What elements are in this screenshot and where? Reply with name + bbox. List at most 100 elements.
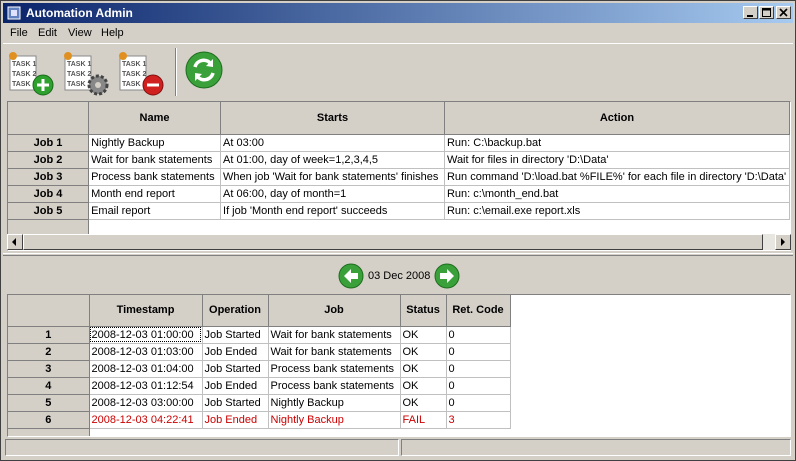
log-ret-code-cell[interactable]: 0 — [446, 360, 511, 378]
log-operation-cell[interactable]: Job Ended — [202, 343, 269, 361]
row-header[interactable]: 1 — [8, 326, 90, 344]
refresh-button[interactable] — [184, 50, 224, 90]
menu-file[interactable]: File — [10, 27, 28, 39]
table-row[interactable]: 5 2008-12-03 03:00:00 Job Started Nightl… — [8, 394, 511, 412]
row-header[interactable]: 6 — [8, 411, 90, 429]
table-row-failed[interactable]: 6 2008-12-03 04:22:41 Job Ended Nightly … — [8, 411, 511, 429]
log-timestamp-cell[interactable]: 2008-12-03 04:22:41 — [89, 411, 203, 429]
log-status-cell[interactable]: OK — [400, 360, 447, 378]
table-row[interactable]: 2 2008-12-03 01:03:00 Job Ended Wait for… — [8, 343, 511, 361]
table-row[interactable]: Job 2 Wait for bank statements At 01:00,… — [8, 151, 790, 169]
log-operation-cell[interactable]: Job Started — [202, 394, 269, 412]
log-job-cell[interactable]: Process bank statements — [268, 377, 401, 395]
menu-help[interactable]: Help — [101, 27, 124, 39]
scroll-left-button[interactable] — [7, 234, 23, 250]
job-starts-cell[interactable]: When job 'Wait for bank statements' fini… — [220, 168, 445, 186]
menu-bar: File Edit View Help — [3, 24, 793, 42]
log-operation-cell[interactable]: Job Ended — [202, 411, 269, 429]
job-action-cell[interactable]: Wait for files in directory 'D:\Data' — [444, 151, 790, 169]
log-ret-code-cell[interactable]: 0 — [446, 377, 511, 395]
menu-view[interactable]: View — [68, 27, 92, 39]
log-job-cell[interactable]: Nightly Backup — [268, 394, 401, 412]
log-job-cell[interactable]: Wait for bank statements — [268, 326, 401, 344]
jobs-horizontal-scrollbar[interactable] — [7, 234, 791, 250]
log-header-job[interactable]: Job — [268, 295, 401, 327]
log-operation-cell[interactable]: Job Ended — [202, 377, 269, 395]
log-panel: Timestamp Operation Job Status Ret. Code… — [7, 294, 791, 437]
task-line-2: TASK 2 — [12, 71, 36, 78]
maximize-button[interactable] — [759, 6, 774, 19]
log-timestamp-cell[interactable]: 2008-12-03 01:04:00 — [89, 360, 203, 378]
delete-task-button[interactable]: TASK 1 TASK 2 TASK 3 — [116, 48, 166, 98]
table-row[interactable]: 1 2008-12-03 01:00:00 Job Started Wait f… — [8, 326, 511, 344]
pane-splitter[interactable] — [3, 253, 793, 256]
row-header[interactable]: 5 — [8, 394, 90, 412]
minimize-button[interactable] — [743, 6, 758, 19]
log-ret-code-cell[interactable]: 0 — [446, 394, 511, 412]
log-ret-code-cell[interactable]: 0 — [446, 343, 511, 361]
log-status-cell[interactable]: OK — [400, 326, 447, 344]
job-name-cell[interactable]: Month end report — [88, 185, 222, 203]
log-job-cell[interactable]: Nightly Backup — [268, 411, 401, 429]
job-starts-cell[interactable]: At 03:00 — [220, 134, 445, 152]
log-timestamp-cell[interactable]: 2008-12-03 01:00:00 — [89, 326, 203, 344]
job-name-cell[interactable]: Wait for bank statements — [88, 151, 222, 169]
log-job-cell[interactable]: Process bank statements — [268, 360, 401, 378]
scroll-thumb[interactable] — [23, 234, 763, 250]
row-header[interactable]: Job 4 — [8, 185, 90, 203]
log-header-operation[interactable]: Operation — [202, 295, 269, 327]
next-day-button[interactable] — [434, 263, 460, 289]
job-starts-cell[interactable]: At 06:00, day of month=1 — [220, 185, 445, 203]
table-row[interactable]: Job 5 Email report If job 'Month end rep… — [8, 202, 790, 220]
job-name-cell[interactable]: Email report — [88, 202, 222, 220]
log-header-timestamp[interactable]: Timestamp — [89, 295, 203, 327]
menu-edit[interactable]: Edit — [38, 27, 57, 39]
log-status-cell[interactable]: OK — [400, 377, 447, 395]
log-status-cell[interactable]: OK — [400, 394, 447, 412]
jobs-header-starts[interactable]: Starts — [220, 102, 445, 135]
job-action-cell[interactable]: Run: c:\email.exe report.xls — [444, 202, 790, 220]
log-header-status[interactable]: Status — [400, 295, 447, 327]
log-timestamp-cell[interactable]: 2008-12-03 01:03:00 — [89, 343, 203, 361]
table-row[interactable]: Job 3 Process bank statements When job '… — [8, 168, 790, 186]
row-header[interactable]: Job 2 — [8, 151, 90, 169]
log-operation-cell[interactable]: Job Started — [202, 360, 269, 378]
jobs-header-action[interactable]: Action — [444, 102, 790, 135]
job-action-cell[interactable]: Run command 'D:\load.bat %FILE%' for eac… — [444, 168, 790, 186]
table-row[interactable]: 4 2008-12-03 01:12:54 Job Ended Process … — [8, 377, 511, 395]
scroll-right-button[interactable] — [775, 234, 791, 250]
table-row[interactable]: Job 1 Nightly Backup At 03:00 Run: C:\ba… — [8, 134, 790, 152]
log-timestamp-cell[interactable]: 2008-12-03 03:00:00 — [89, 394, 203, 412]
job-starts-cell[interactable]: If job 'Month end report' succeeds — [220, 202, 445, 220]
log-ret-code-cell[interactable]: 3 — [446, 411, 511, 429]
job-action-cell[interactable]: Run: C:\backup.bat — [444, 134, 790, 152]
log-status-cell[interactable]: OK — [400, 343, 447, 361]
job-name-cell[interactable]: Process bank statements — [88, 168, 222, 186]
arrow-right-icon — [434, 263, 460, 289]
job-name-cell[interactable]: Nightly Backup — [88, 134, 222, 152]
table-row[interactable]: Job 4 Month end report At 06:00, day of … — [8, 185, 790, 203]
edit-task-button[interactable]: TASK 1 TASK 2 TASK 3 — [61, 48, 111, 98]
log-ret-code-cell[interactable]: 0 — [446, 326, 511, 344]
log-header-ret-code[interactable]: Ret. Code — [446, 295, 511, 327]
row-header[interactable]: 2 — [8, 343, 90, 361]
row-header[interactable]: 3 — [8, 360, 90, 378]
title-bar[interactable]: Automation Admin — [3, 3, 793, 23]
log-status-cell[interactable]: FAIL — [400, 411, 447, 429]
jobs-header-name[interactable]: Name — [88, 102, 222, 135]
previous-day-button[interactable] — [338, 263, 364, 289]
row-header[interactable]: Job 5 — [8, 202, 90, 220]
job-action-cell[interactable]: Run: c:\month_end.bat — [444, 185, 790, 203]
job-starts-cell[interactable]: At 01:00, day of week=1,2,3,4,5 — [220, 151, 445, 169]
task-settings-icon: TASK 1 TASK 2 TASK 3 — [64, 52, 109, 96]
row-header[interactable]: Job 3 — [8, 168, 90, 186]
log-job-cell[interactable]: Wait for bank statements — [268, 343, 401, 361]
row-header[interactable]: 4 — [8, 377, 90, 395]
table-row[interactable]: 3 2008-12-03 01:04:00 Job Started Proces… — [8, 360, 511, 378]
log-timestamp-cell[interactable]: 2008-12-03 01:12:54 — [89, 377, 203, 395]
log-operation-cell[interactable]: Job Started — [202, 326, 269, 344]
close-button[interactable] — [776, 6, 791, 19]
close-icon — [779, 8, 788, 17]
row-header[interactable]: Job 1 — [8, 134, 90, 152]
add-task-button[interactable]: TASK 1 TASK 2 TASK 3 — [6, 48, 56, 98]
